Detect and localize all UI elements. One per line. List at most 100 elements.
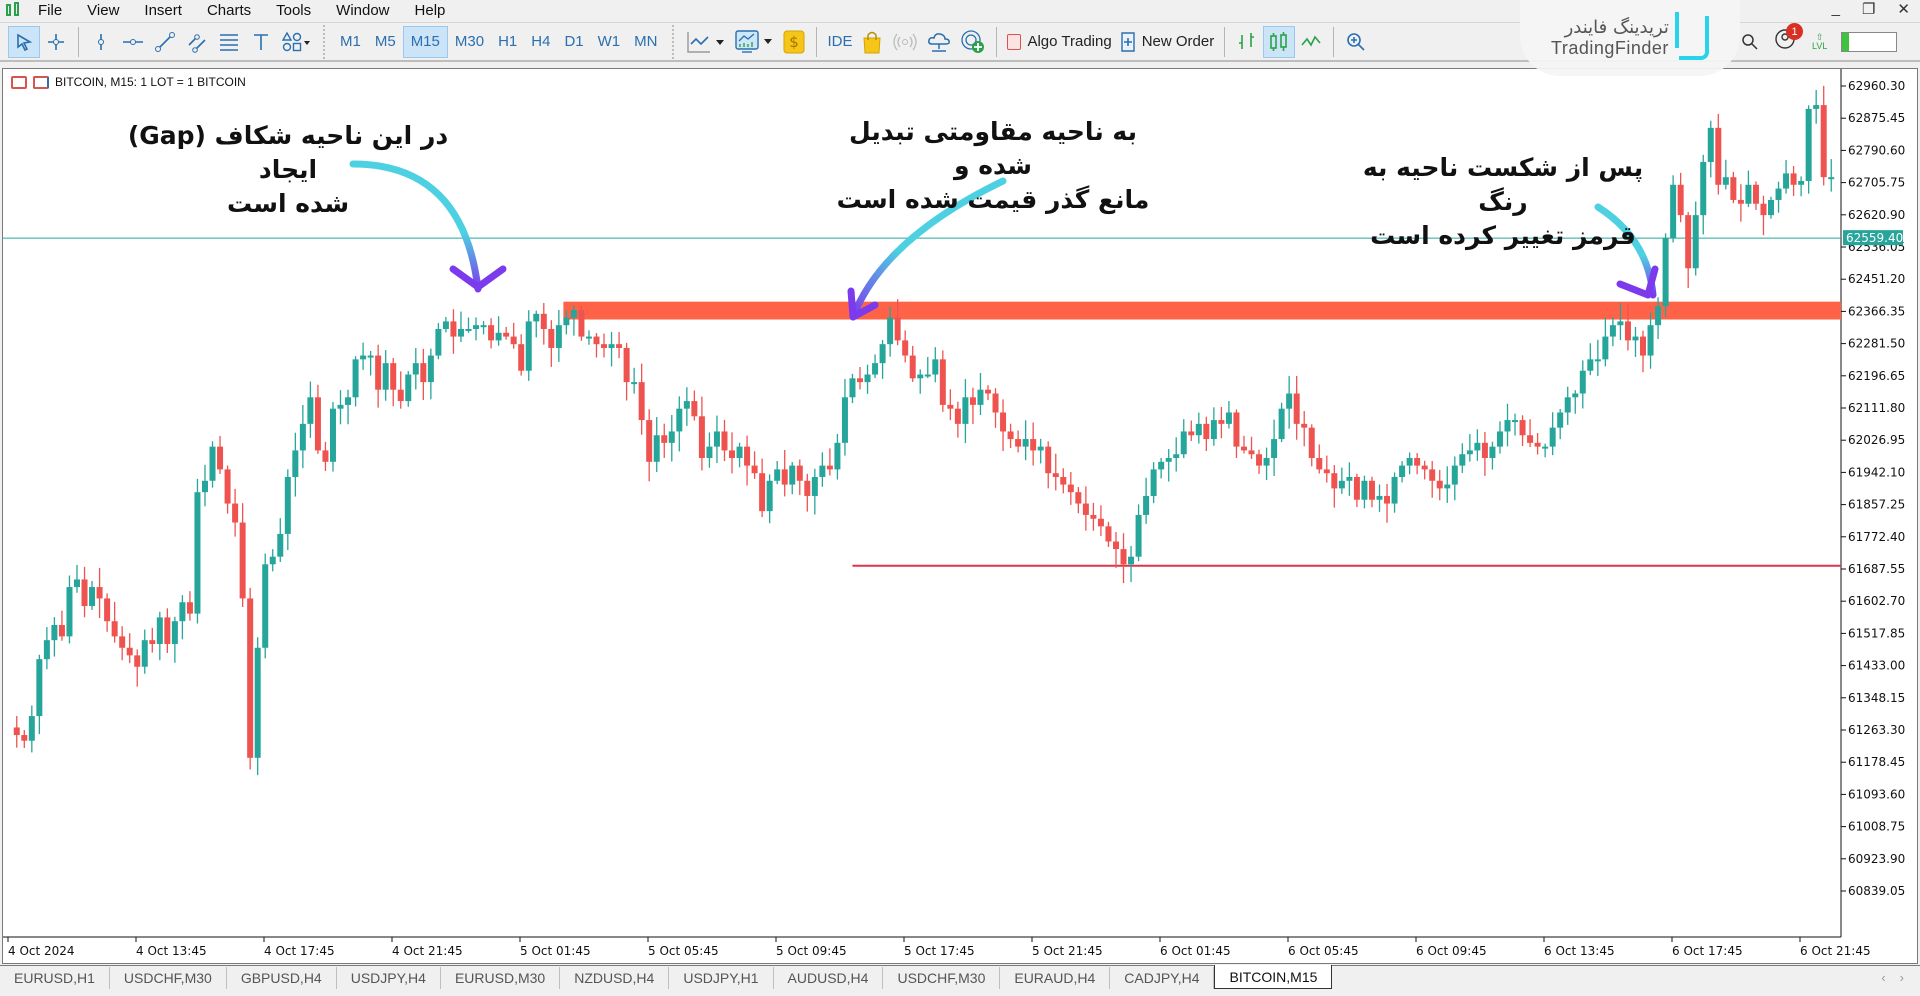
- vps-button[interactable]: [922, 26, 956, 58]
- bull-candle: [1459, 454, 1466, 466]
- timeframe-mn[interactable]: MN: [627, 26, 664, 58]
- bull-candle: [194, 492, 201, 614]
- bear-candle: [134, 655, 141, 667]
- timeframe-h4[interactable]: H4: [524, 26, 557, 58]
- timeframe-d1[interactable]: D1: [557, 26, 590, 58]
- bull-candle: [533, 313, 540, 322]
- chart-tab[interactable]: NZDUSD,H4: [560, 967, 670, 989]
- y-tick-label: 62620.90: [1848, 208, 1905, 222]
- chart-tab[interactable]: USDCHF,M30: [883, 967, 1001, 989]
- account-button[interactable]: 1: [1774, 23, 1803, 56]
- menu-charts[interactable]: Charts: [207, 2, 251, 19]
- crosshair-tool-button[interactable]: [40, 26, 72, 58]
- bear-candle: [1715, 127, 1722, 185]
- separator: [1333, 26, 1335, 57]
- toolbar-grip[interactable]: [672, 24, 675, 59]
- chart-tab[interactable]: EURAUD,H4: [1000, 967, 1111, 989]
- market-button[interactable]: [856, 26, 888, 58]
- bull-candle: [209, 446, 216, 481]
- cursor-tool-button[interactable]: [8, 25, 40, 58]
- bear-candle: [1353, 476, 1360, 500]
- new-order-button[interactable]: New Order: [1116, 26, 1219, 58]
- close-button[interactable]: ✕: [1897, 0, 1910, 18]
- bar-chart-button[interactable]: [1231, 26, 1263, 58]
- bull-candle: [28, 716, 35, 741]
- vertical-line-icon: [98, 33, 104, 50]
- algo-trading-button[interactable]: Algo Trading: [1003, 26, 1115, 58]
- candlestick-icon: [1270, 31, 1288, 51]
- toolbar-grip[interactable]: [323, 24, 325, 59]
- timeframe-h1[interactable]: H1: [491, 26, 524, 58]
- text-tool-button[interactable]: [245, 26, 277, 58]
- bear-candle: [744, 446, 751, 466]
- timeframe-w1[interactable]: W1: [591, 26, 628, 58]
- scroll-left-icon[interactable]: ‹: [1881, 970, 1885, 985]
- chart-type-button[interactable]: [682, 26, 730, 58]
- menu-file[interactable]: File: [38, 2, 62, 19]
- bear-candle: [1067, 484, 1074, 493]
- chart-window[interactable]: BITCOIN, M15: 1 LOT = 1 BITCOIN 62960.30…: [2, 68, 1918, 964]
- bull-candle: [1489, 446, 1496, 459]
- menu-view[interactable]: View: [87, 2, 119, 19]
- bull-candle: [917, 374, 924, 379]
- ide-button[interactable]: IDE: [823, 26, 856, 58]
- bull-candle: [1496, 431, 1503, 447]
- bear-candle: [1820, 105, 1827, 178]
- y-tick-label: 62960.30: [1848, 79, 1905, 93]
- restore-button[interactable]: ❐: [1862, 0, 1875, 18]
- chart-tab[interactable]: CADJPY,H4: [1110, 967, 1215, 989]
- trendline-button[interactable]: [149, 26, 181, 58]
- timeframe-m5[interactable]: M5: [368, 26, 403, 58]
- menu-help[interactable]: Help: [415, 2, 446, 19]
- shapes-button[interactable]: [277, 26, 315, 58]
- chart-tab[interactable]: USDCHF,M30: [110, 967, 227, 989]
- chart-tab[interactable]: GBPUSD,H4: [227, 967, 337, 989]
- bull-candle: [73, 579, 80, 588]
- chart-tab[interactable]: USDJPY,H1: [669, 967, 774, 989]
- fibonacci-button[interactable]: [213, 26, 245, 58]
- level-bar: [1841, 31, 1898, 52]
- menu-insert[interactable]: Insert: [144, 2, 182, 19]
- candlestick-chart-button[interactable]: [1263, 25, 1296, 58]
- bull-candle: [570, 310, 577, 318]
- bear-candle: [939, 359, 946, 405]
- bear-candle: [1233, 412, 1240, 447]
- scroll-right-icon[interactable]: ›: [1900, 970, 1904, 985]
- bear-candle: [397, 389, 404, 402]
- minimize-button[interactable]: _: [1832, 0, 1840, 18]
- signal-button[interactable]: [888, 26, 922, 58]
- signals-button[interactable]: $: [778, 26, 810, 58]
- bull-candle: [1768, 199, 1775, 216]
- bear-candle: [1534, 442, 1541, 447]
- timeframe-m30[interactable]: M30: [448, 26, 491, 58]
- chart-tab[interactable]: AUDUSD,H4: [774, 967, 884, 989]
- bear-candle: [661, 435, 668, 443]
- bull-candle: [774, 469, 781, 481]
- logo-mark-icon: [1674, 12, 1709, 60]
- bear-candle: [1075, 492, 1082, 504]
- vertical-line-button[interactable]: [85, 26, 117, 58]
- indicators-button[interactable]: [730, 26, 778, 58]
- bear-candle: [1045, 446, 1052, 474]
- chart-tab[interactable]: EURUSD,H1: [0, 967, 110, 989]
- timeframe-m15[interactable]: M15: [402, 25, 448, 58]
- menu-tools[interactable]: Tools: [276, 2, 311, 19]
- vps-add-button[interactable]: [956, 26, 990, 58]
- horizontal-line-button[interactable]: [117, 26, 149, 58]
- chart-tab[interactable]: EURUSD,M30: [441, 967, 561, 989]
- menu-window[interactable]: Window: [336, 2, 389, 19]
- bull-candle: [849, 378, 856, 398]
- channel-button[interactable]: [181, 26, 213, 58]
- zoom-in-button[interactable]: [1340, 26, 1372, 58]
- bear-candle: [518, 344, 525, 371]
- chart-tab[interactable]: BITCOIN,M15: [1214, 965, 1333, 989]
- text-icon: [254, 33, 268, 50]
- bull-candle: [269, 556, 276, 565]
- chart-tab[interactable]: USDJPY,H4: [337, 967, 441, 989]
- timeframe-m1[interactable]: M1: [333, 26, 368, 58]
- line-chart-button[interactable]: [1295, 26, 1327, 58]
- bear-candle: [616, 344, 623, 348]
- bull-candle: [1828, 177, 1835, 180]
- search-icon[interactable]: [1740, 32, 1760, 52]
- break-annotation: پس از شکست ناحیه به رنگ قرمز تغییر کرده …: [1358, 151, 1648, 253]
